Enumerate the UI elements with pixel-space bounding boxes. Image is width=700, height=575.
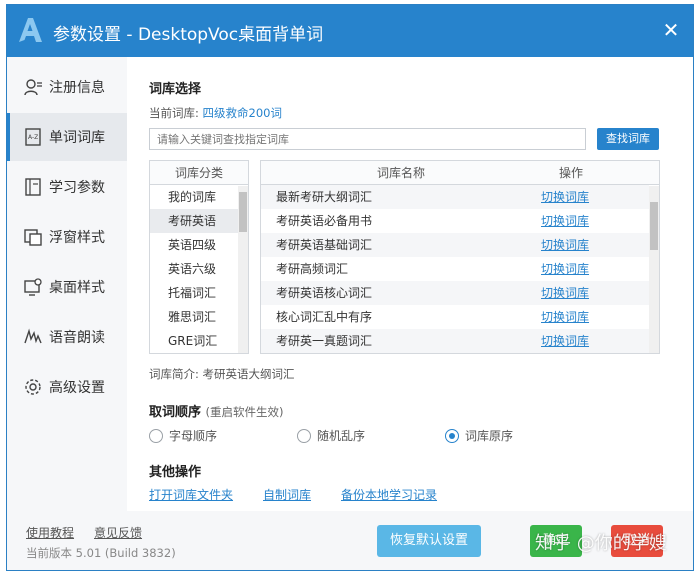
radio-original[interactable]: 词库原序 <box>445 427 513 444</box>
sidebar-item-voice[interactable]: 语音朗读 <box>7 313 127 361</box>
library-intro: 词库简介: 考研英语大纲词汇 <box>149 367 295 381</box>
sidebar-item-float-style[interactable]: 浮窗样式 <box>7 213 127 261</box>
header-operation: 操作 <box>559 166 584 180</box>
svg-text:A-Z: A-Z <box>28 134 38 141</box>
desktop-icon <box>24 278 42 296</box>
sidebar-item-label: 桌面样式 <box>49 280 105 296</box>
open-folder-link[interactable]: 打开词库文件夹 <box>149 486 233 503</box>
sidebar-item-study-params[interactable]: 学习参数 <box>7 163 127 211</box>
version-text: 当前版本 5.01 (Build 3832) <box>26 546 176 560</box>
table-row: 考研英一真题词汇 切换词库 <box>261 329 649 353</box>
sidebar-item-label: 学习参数 <box>49 180 105 196</box>
sidebar-item-label: 浮窗样式 <box>49 230 105 246</box>
library-table: 词库名称 操作 最新考研大纲词汇 切换词库 考研英语必备用书 切换词库 考研英语基础… <box>260 160 660 354</box>
category-item[interactable]: GRE词汇 <box>150 329 238 353</box>
floating-window-icon <box>24 229 42 246</box>
library-rows: 最新考研大纲词汇 切换词库 考研英语必备用书 切换词库 考研英语基础词汇 切换词库 考… <box>261 185 659 353</box>
title-bar: 参数设置 - DesktopVoc桌面背单词 ✕ <box>7 5 693 57</box>
order-title: 取词顺序 <box>149 405 202 420</box>
category-item[interactable]: 托福词汇 <box>150 281 238 305</box>
library-name: 考研英一真题词汇 <box>276 334 373 348</box>
radio-button[interactable] <box>297 428 311 443</box>
header-library-name: 词库名称 <box>377 166 426 180</box>
library-name: 考研英语核心词汇 <box>276 286 373 300</box>
table-row: 考研高频词汇 切换词库 <box>261 257 649 281</box>
sidebar-item-desktop-style[interactable]: 桌面样式 <box>7 263 127 311</box>
library-name: 核心词汇乱中有序 <box>276 310 373 324</box>
sidebar-item-advanced[interactable]: 高级设置 <box>7 363 127 411</box>
switch-library-link[interactable]: 切换词库 <box>541 329 589 353</box>
category-item[interactable]: 我的词库 <box>150 185 238 209</box>
library-section-title: 词库选择 <box>149 82 202 97</box>
voice-icon <box>24 328 42 344</box>
cancel-button[interactable]: 取消 <box>611 525 663 557</box>
switch-library-link[interactable]: 切换词库 <box>541 209 589 233</box>
table-row: 考研英语基础词汇 切换词库 <box>261 233 649 257</box>
category-list: 词库分类 我的词库 考研英语 英语四级 英语六级 托福词汇 雅思词汇 GRE词汇 <box>149 160 249 354</box>
radio-random[interactable]: 随机乱序 <box>297 427 365 444</box>
current-library: 当前词库: 四级救命200词 <box>149 105 282 121</box>
order-note: (重启软件生效) <box>205 405 284 419</box>
custom-library-link[interactable]: 自制词库 <box>263 486 311 503</box>
restore-defaults-button[interactable]: 恢复默认设置 <box>377 525 481 557</box>
sidebar-item-wordbank[interactable]: A-Z 单词词库 <box>7 113 127 161</box>
category-header: 词库分类 <box>150 161 248 185</box>
backup-records-link[interactable]: 备份本地学习记录 <box>341 486 437 503</box>
sidebar-item-label: 注册信息 <box>49 80 105 96</box>
current-library-value: 四级救命200词 <box>202 106 282 120</box>
sidebar-item-registration[interactable]: 注册信息 <box>7 63 127 111</box>
feedback-link[interactable]: 意见反馈 <box>94 524 142 541</box>
switch-library-link[interactable]: 切换词库 <box>541 305 589 329</box>
tutorial-link[interactable]: 使用教程 <box>26 524 74 541</box>
close-icon[interactable]: ✕ <box>659 18 683 42</box>
category-item[interactable]: 英语六级 <box>150 257 238 281</box>
ok-button[interactable]: 确定 <box>530 525 582 557</box>
dictionary-icon: A-Z <box>25 128 41 146</box>
window-title: 参数设置 - DesktopVoc桌面背单词 <box>53 25 324 45</box>
radio-button[interactable] <box>149 428 163 443</box>
switch-library-link[interactable]: 切换词库 <box>541 185 589 209</box>
main-panel: 词库选择 当前词库: 四级救命200词 查找词库 词库分类 我的词库 考研英语 … <box>127 57 693 511</box>
table-row: 最新考研大纲词汇 切换词库 <box>261 185 649 209</box>
book-icon <box>25 178 41 196</box>
sidebar-item-label: 语音朗读 <box>49 330 105 346</box>
category-item[interactable]: 英语四级 <box>150 233 238 257</box>
table-row: 核心词汇乱中有序 切换词库 <box>261 305 649 329</box>
library-scroll-thumb[interactable] <box>650 202 658 250</box>
current-library-label: 当前词库: <box>149 106 199 120</box>
library-name: 考研英语必备用书 <box>276 214 373 228</box>
sidebar-item-label: 单词词库 <box>49 130 105 146</box>
library-name: 考研高频词汇 <box>276 262 349 276</box>
radio-button-checked[interactable] <box>445 428 459 443</box>
switch-library-link[interactable]: 切换词库 <box>541 257 589 281</box>
switch-library-link[interactable]: 切换词库 <box>541 233 589 257</box>
radio-label: 随机乱序 <box>317 429 366 443</box>
switch-library-link[interactable]: 切换词库 <box>541 281 589 305</box>
radio-label: 词库原序 <box>465 429 514 443</box>
radio-label: 字母顺序 <box>169 429 218 443</box>
category-item[interactable]: 雅思词汇 <box>150 305 238 329</box>
order-section: 取词顺序 (重启软件生效) <box>149 401 284 420</box>
footer: 使用教程 意见反馈 当前版本 5.01 (Build 3832) 恢复默认设置 … <box>7 511 693 570</box>
library-name: 考研英语基础词汇 <box>276 238 373 252</box>
category-item[interactable]: 考研英语 <box>150 209 238 233</box>
app-logo-icon <box>19 18 42 42</box>
library-search-input[interactable] <box>149 128 586 150</box>
gear-icon <box>25 379 41 395</box>
settings-window: 参数设置 - DesktopVoc桌面背单词 ✕ 注册信息 A-Z 单词词库 学… <box>6 4 694 571</box>
library-name: 最新考研大纲词汇 <box>276 190 373 204</box>
radio-alphabetical[interactable]: 字母顺序 <box>149 427 217 444</box>
category-scroll-thumb[interactable] <box>239 192 247 232</box>
user-icon <box>24 79 42 96</box>
table-row: 考研英语必备用书 切换词库 <box>261 209 649 233</box>
other-section-title: 其他操作 <box>149 465 202 480</box>
sidebar: 注册信息 A-Z 单词词库 学习参数 浮窗样式 桌面样式 语音朗读 高级设置 <box>7 57 127 511</box>
library-table-header: 词库名称 操作 <box>261 161 659 185</box>
search-library-button[interactable]: 查找词库 <box>597 128 659 150</box>
table-row: 考研英语核心词汇 切换词库 <box>261 281 649 305</box>
sidebar-item-label: 高级设置 <box>49 380 105 396</box>
